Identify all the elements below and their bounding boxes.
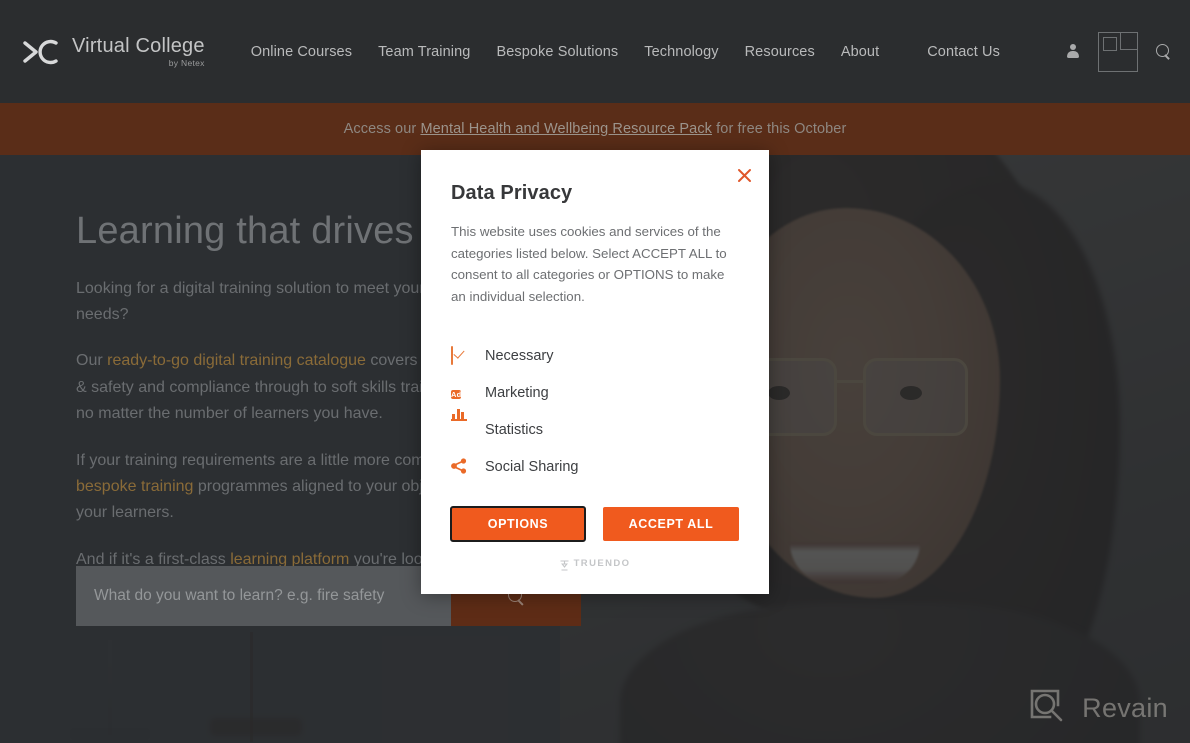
consent-category-list: Necessary Ad Marketing Statistics Social… bbox=[421, 337, 769, 485]
hero-p2-mid: covers bbox=[365, 352, 418, 370]
consent-category-label: Statistics bbox=[485, 421, 544, 438]
promo-prefix: Access our bbox=[343, 121, 421, 137]
basket-square-icon[interactable] bbox=[1098, 31, 1138, 72]
revain-logo-icon bbox=[1028, 687, 1070, 729]
consent-category-necessary[interactable]: Necessary bbox=[451, 337, 769, 374]
hero-p2-prefix: Our bbox=[76, 352, 108, 370]
modal-description: This website uses cookies and services o… bbox=[451, 224, 727, 304]
bar-chart-icon[interactable] bbox=[451, 408, 469, 439]
hero-p3-line1: If your training requirements are a litt… bbox=[76, 451, 434, 469]
consent-category-label: Marketing bbox=[485, 384, 549, 401]
promo-banner: Access our Mental Health and Wellbeing R… bbox=[0, 103, 1190, 155]
promo-resource-pack-link[interactable]: Mental Health and Wellbeing Resource Pac… bbox=[420, 121, 712, 137]
search-input[interactable] bbox=[76, 566, 451, 626]
nav-utility-icons bbox=[1066, 0, 1172, 103]
nav-item-resources[interactable]: Resources bbox=[745, 44, 815, 60]
brand-logo[interactable]: Virtual College by Netex bbox=[22, 36, 205, 68]
consent-category-marketing[interactable]: Ad Marketing bbox=[451, 374, 769, 411]
nav-item-about[interactable]: About bbox=[841, 44, 879, 60]
nav-item-technology[interactable]: Technology bbox=[644, 44, 718, 60]
hero-p3-mid: programmes aligned to your obje bbox=[193, 478, 432, 496]
brand-subtitle: by Netex bbox=[168, 57, 205, 68]
account-person-icon[interactable] bbox=[1066, 43, 1080, 60]
promo-suffix: for free this October bbox=[712, 121, 847, 137]
nav-item-online-courses[interactable]: Online Courses bbox=[251, 44, 352, 60]
accept-all-button[interactable]: ACCEPT ALL bbox=[603, 507, 739, 541]
consent-category-label: Necessary bbox=[485, 347, 554, 364]
options-button[interactable]: OPTIONS bbox=[450, 506, 586, 542]
hero-p1-line1: Looking for a digital training solution … bbox=[76, 279, 425, 297]
ad-badge-icon[interactable]: Ad bbox=[451, 384, 469, 402]
nav-item-bespoke-solutions[interactable]: Bespoke Solutions bbox=[496, 44, 618, 60]
hero-link-bespoke-training[interactable]: bespoke training bbox=[76, 478, 193, 495]
data-privacy-modal: Data Privacy This website uses cookies a… bbox=[421, 150, 769, 594]
share-nodes-icon[interactable] bbox=[451, 458, 469, 476]
search-icon[interactable] bbox=[1156, 43, 1172, 60]
nav-links: Online Courses Team Training Bespoke Sol… bbox=[251, 44, 1026, 60]
truendo-brand-label: TRUENDO bbox=[573, 558, 631, 569]
hero-p2-line2: & safety and compliance through to soft … bbox=[76, 378, 432, 396]
close-x-icon[interactable] bbox=[733, 164, 755, 186]
consent-category-label: Social Sharing bbox=[485, 458, 579, 475]
top-navigation-bar: Virtual College by Netex Online Courses … bbox=[0, 0, 1190, 103]
truendo-logo-icon bbox=[560, 558, 569, 571]
consent-category-statistics[interactable]: Statistics bbox=[451, 408, 769, 448]
modal-footer: TRUENDO bbox=[421, 558, 769, 571]
chevron-arc-logo-icon bbox=[22, 39, 62, 65]
brand-text: Virtual College by Netex bbox=[72, 36, 205, 68]
page-root: Virtual College by Netex Online Courses … bbox=[0, 0, 1190, 743]
modal-title: Data Privacy bbox=[451, 182, 573, 204]
hero-p2-line3: no matter the number of learners you hav… bbox=[76, 405, 383, 423]
hero-link-catalogue[interactable]: ready-to-go digital training catalogue bbox=[107, 352, 366, 369]
consent-category-social-sharing[interactable]: Social Sharing bbox=[451, 448, 769, 485]
modal-button-row: OPTIONS ACCEPT ALL bbox=[421, 506, 769, 542]
promo-banner-text: Access our Mental Health and Wellbeing R… bbox=[344, 121, 847, 137]
hero-p3-line3: your learners. bbox=[76, 504, 174, 522]
nav-item-team-training[interactable]: Team Training bbox=[378, 44, 470, 60]
hero-p1-line2: needs? bbox=[76, 306, 129, 324]
revain-watermark: Revain bbox=[1028, 687, 1168, 729]
revain-label: Revain bbox=[1082, 692, 1168, 723]
brand-name: Virtual College bbox=[72, 34, 205, 57]
nav-item-contact-us[interactable]: Contact Us bbox=[927, 44, 1000, 60]
checkbox-checked-icon[interactable] bbox=[451, 345, 469, 365]
